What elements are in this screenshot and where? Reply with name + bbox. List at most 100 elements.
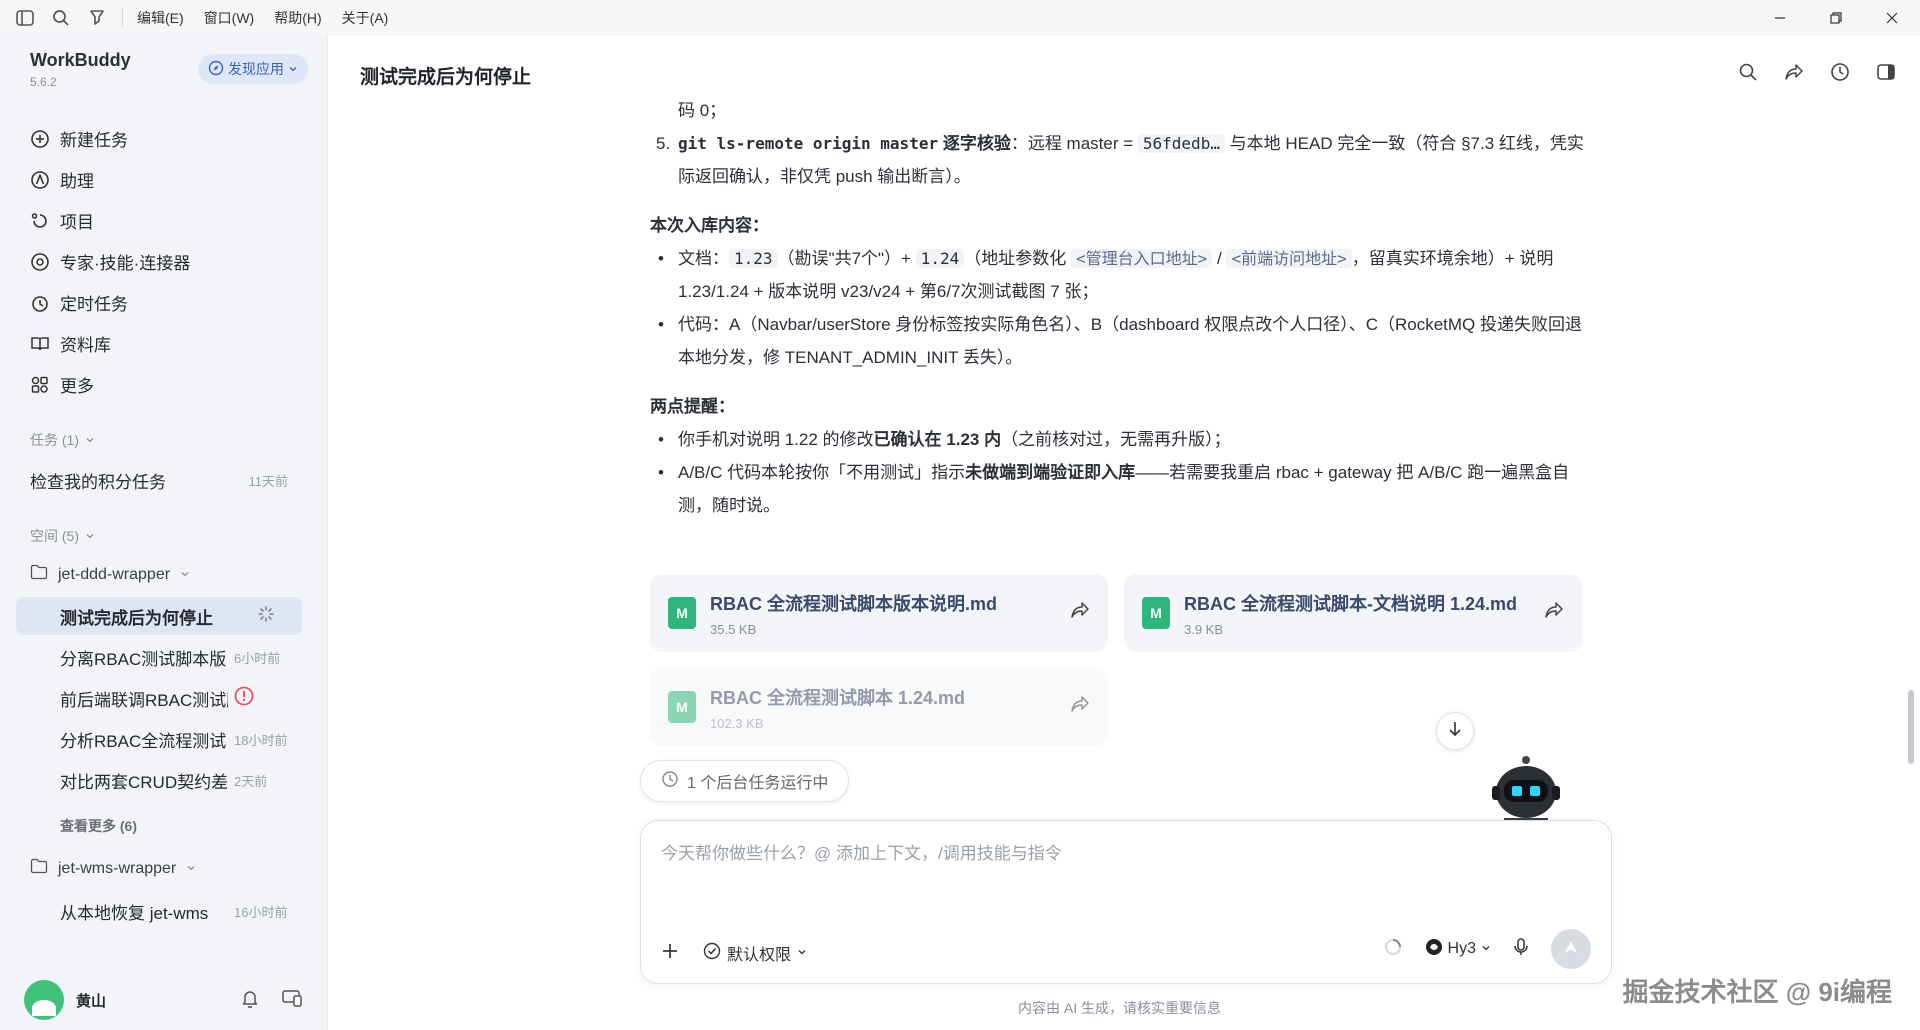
section-heading: 两点提醒： bbox=[650, 397, 735, 416]
inline-code: git ls-remote origin master bbox=[678, 134, 939, 153]
scrollbar-thumb[interactable] bbox=[1908, 690, 1914, 764]
markdown-file-icon: M bbox=[668, 691, 696, 723]
conversation-label: 测试完成后为何停止 bbox=[60, 608, 213, 628]
restore-button[interactable] bbox=[1808, 0, 1864, 36]
discover-apps-label: 发现应用 bbox=[228, 61, 284, 77]
menu-about[interactable]: 关于(A) bbox=[342, 8, 389, 28]
content-list: 文档：1.23（勘误"共7个"）+ 1.24（地址参数化 <管理台入口地址> /… bbox=[650, 242, 1590, 374]
folder-name: jet-wms-wrapper bbox=[58, 859, 177, 877]
nav-scheduled[interactable]: 定时任务 bbox=[0, 282, 327, 323]
sidebar-toggle-icon[interactable] bbox=[14, 7, 36, 29]
file-card[interactable]: M RBAC 全流程测试脚本版本说明.md 35.5 KB bbox=[650, 574, 1108, 652]
conversation-item[interactable]: 前后端联调RBAC测试脚本 bbox=[16, 679, 302, 717]
chevron-down-icon bbox=[85, 432, 95, 448]
model-selector[interactable]: Hy3 bbox=[1425, 938, 1491, 961]
share-icon[interactable] bbox=[1070, 694, 1090, 719]
brand: WorkBuddy 5.6.2 bbox=[30, 50, 131, 89]
section-heading: 本次入库内容： bbox=[650, 216, 769, 235]
discover-apps-button[interactable]: 发现应用 bbox=[198, 54, 308, 84]
search-icon[interactable] bbox=[50, 7, 72, 29]
send-button[interactable] bbox=[1551, 929, 1591, 969]
conversation-label: 从本地恢复 jet-wms bbox=[60, 903, 209, 923]
menu-help[interactable]: 帮助(H) bbox=[274, 8, 321, 28]
conversation-item[interactable]: 分析RBAC全流程测试 18小时前 bbox=[16, 720, 302, 758]
menu-bar: 编辑(E) 窗口(W) 帮助(H) 关于(A) bbox=[137, 8, 388, 28]
file-size: 35.5 KB bbox=[710, 621, 757, 637]
content-list: 你手机对说明 1.22 的修改已确认在 1.23 内（之前核对过，无需再升版）；… bbox=[650, 423, 1590, 522]
nav-experts[interactable]: 专家·技能·连接器 bbox=[0, 241, 327, 282]
file-card[interactable]: M RBAC 全流程测试脚本-文档说明 1.24.md 3.9 KB bbox=[1124, 574, 1582, 652]
folder-jet-wms-wrapper[interactable]: jet-wms-wrapper bbox=[30, 858, 196, 879]
nav-more[interactable]: 更多 bbox=[0, 364, 327, 405]
avatar[interactable] bbox=[24, 980, 64, 1020]
background-task-label: 1 个后台任务运行中 bbox=[687, 775, 829, 792]
conversation-item[interactable]: 对比两套CRUD契约差异 2天前 bbox=[16, 761, 302, 799]
panel-toggle-icon[interactable] bbox=[1876, 62, 1896, 87]
search-icon[interactable] bbox=[1738, 62, 1758, 87]
file-size: 102.3 KB bbox=[710, 715, 764, 731]
nav-label: 更多 bbox=[60, 377, 94, 396]
conversation-label: 对比两套CRUD契约差异 bbox=[60, 772, 228, 792]
nav-label: 助理 bbox=[60, 172, 94, 191]
nav-library[interactable]: 资料库 bbox=[0, 323, 327, 364]
share-icon[interactable] bbox=[1544, 600, 1564, 625]
list-item: A/B/C 代码本轮按你「不用测试」指示未做端到端验证即入库——若需要我重启 r… bbox=[650, 456, 1590, 522]
grid-icon bbox=[30, 375, 50, 395]
arrow-down-icon bbox=[1448, 721, 1462, 742]
scroll-to-bottom-button[interactable] bbox=[1436, 712, 1474, 750]
placeholder-code: <前端访问地址> bbox=[1226, 249, 1352, 268]
project-icon bbox=[30, 211, 50, 231]
book-icon bbox=[30, 334, 50, 354]
spaces-section-header[interactable]: 空间 (5) bbox=[30, 526, 95, 546]
arrow-up-icon bbox=[1563, 939, 1579, 960]
nav-label: 资料库 bbox=[60, 336, 111, 355]
expert-icon bbox=[30, 252, 50, 272]
file-name: RBAC 全流程测试脚本-文档说明 1.24.md bbox=[1184, 593, 1518, 614]
chevron-down-icon bbox=[288, 61, 298, 77]
share-icon[interactable] bbox=[1070, 600, 1090, 625]
permission-label: 默认权限 bbox=[727, 947, 792, 964]
microphone-icon[interactable] bbox=[1513, 937, 1529, 962]
chevron-down-icon bbox=[180, 566, 190, 584]
device-icon[interactable] bbox=[281, 988, 303, 1013]
message-composer: 今天帮你做些什么？@ 添加上下文，/调用技能与指令 默认权限 Hy3 bbox=[640, 820, 1612, 984]
conversation-time: 2天前 bbox=[234, 773, 268, 789]
nav-project[interactable]: 项目 bbox=[0, 200, 327, 241]
share-icon[interactable] bbox=[1784, 62, 1804, 87]
bold-text: 逐字核验 bbox=[938, 134, 1011, 153]
inline-code: 1.24 bbox=[915, 249, 965, 268]
menu-window[interactable]: 窗口(W) bbox=[204, 8, 255, 28]
background-task-pill[interactable]: 1 个后台任务运行中 bbox=[640, 760, 850, 802]
task-time: 11天前 bbox=[248, 474, 289, 489]
conversation-item-active[interactable]: 测试完成后为何停止 bbox=[16, 597, 302, 635]
folder-jet-ddd-wrapper[interactable]: jet-ddd-wrapper bbox=[30, 564, 190, 585]
app-version: 5.6.2 bbox=[30, 75, 57, 89]
conversation-item[interactable]: 分离RBAC测试脚本版 6小时前 bbox=[16, 638, 302, 676]
conversation-item[interactable]: 从本地恢复 jet-wms 16小时前 bbox=[16, 892, 302, 930]
item-text: / bbox=[1212, 249, 1227, 268]
nav-label: 专家·技能·连接器 bbox=[60, 254, 191, 273]
chevron-down-icon bbox=[186, 860, 196, 878]
tasks-header-label: 任务 (1) bbox=[30, 432, 79, 448]
nav-new-task[interactable]: 新建任务 bbox=[0, 118, 327, 159]
conversation-time: 6小时前 bbox=[234, 650, 281, 666]
tasks-section-header[interactable]: 任务 (1) bbox=[30, 430, 95, 450]
file-card[interactable]: M RBAC 全流程测试脚本 1.24.md 102.3 KB bbox=[650, 668, 1108, 746]
task-item[interactable]: 检查我的积分任务 11天前 bbox=[30, 468, 288, 493]
history-icon[interactable] bbox=[1830, 62, 1850, 87]
permission-selector[interactable]: 默认权限 bbox=[703, 941, 807, 965]
message-input[interactable]: 今天帮你做些什么？@ 添加上下文，/调用技能与指令 bbox=[661, 839, 1062, 864]
model-label: Hy3 bbox=[1447, 940, 1476, 957]
nav-assistant[interactable]: 助理 bbox=[0, 159, 327, 200]
compass-icon bbox=[208, 60, 224, 79]
item-text: A/B/C 代码本轮按你「不用测试」指示 bbox=[678, 463, 966, 482]
loading-ring-icon bbox=[1383, 937, 1403, 962]
see-more-link[interactable]: 查看更多 (6) bbox=[60, 816, 137, 836]
inline-code: 1.23 bbox=[729, 249, 778, 268]
minimize-button[interactable] bbox=[1752, 0, 1808, 36]
add-attachment-button[interactable] bbox=[661, 942, 679, 965]
bell-icon[interactable] bbox=[241, 988, 259, 1013]
pin-icon[interactable] bbox=[86, 7, 108, 29]
menu-edit[interactable]: 编辑(E) bbox=[137, 8, 184, 28]
close-window-button[interactable] bbox=[1864, 0, 1920, 36]
